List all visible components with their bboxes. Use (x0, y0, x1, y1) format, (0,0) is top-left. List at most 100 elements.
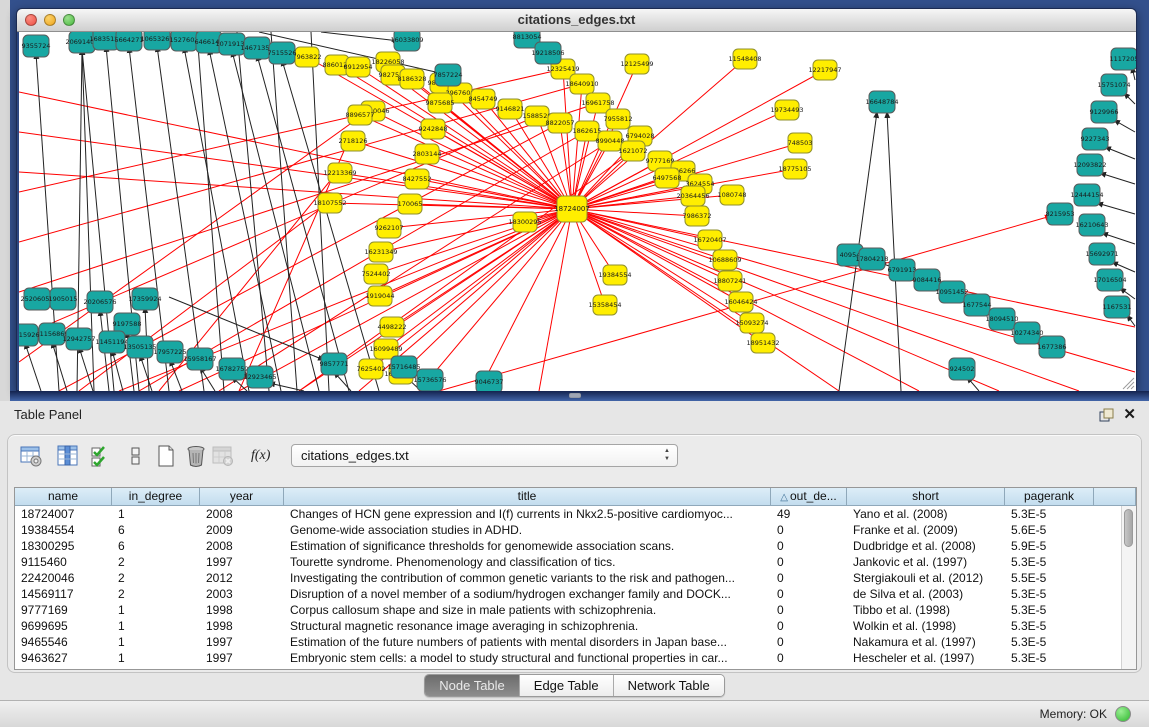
window-title: citations_edges.txt (17, 9, 1136, 31)
table-row[interactable]: 1872400712008Changes of HCN gene express… (15, 506, 1122, 522)
table-cell: Wolkin et al. (1998) (847, 618, 1005, 634)
table-panel-title: Table Panel (14, 401, 82, 429)
table-cell: 2012 (200, 570, 284, 586)
table-row[interactable]: 946554611997Estimation of the future num… (15, 634, 1122, 650)
canvas-resize-grip[interactable] (1127, 382, 1134, 389)
float-panel-icon[interactable] (1099, 408, 1114, 423)
table-cell: 9463627 (15, 650, 112, 666)
row-selection-icon[interactable] (124, 444, 148, 468)
cytoscape-app: citations_edges.txt 79638228860128891295… (0, 0, 1149, 727)
column-select-icon[interactable] (56, 444, 80, 468)
table-cell: de Silva et al. (2003) (847, 586, 1005, 602)
graph-node-label: 7955812 (604, 115, 633, 123)
network-canvas[interactable]: 7963822886012889129541822605898275058186… (19, 32, 1136, 391)
table-cell: 2009 (200, 522, 284, 538)
graph-node-label: 18775105 (778, 165, 811, 173)
table-cell: 5.3E-5 (1005, 650, 1094, 666)
table-cell: Embryonic stem cells: a model to study s… (284, 650, 771, 666)
graph-node-label: 15716485 (387, 363, 420, 371)
column-header-short[interactable]: short (847, 488, 1005, 506)
column-header-out_de[interactable]: △out_de... (771, 488, 847, 506)
table-row[interactable]: 969969511998Structural magnetic resonanc… (15, 618, 1122, 634)
table-cell: 0 (771, 522, 847, 538)
dropdown-arrows-icon: ▲▼ (664, 447, 670, 463)
graph-node-label: 8454749 (469, 95, 498, 103)
table-cell: 14569117 (15, 586, 112, 602)
graph-node-label: 9262107 (375, 224, 404, 232)
table-row[interactable]: 946362711997Embryonic stem cells: a mode… (15, 650, 1122, 666)
select-all-rows-icon[interactable] (89, 444, 113, 468)
table-cell: 0 (771, 586, 847, 602)
graph-node-label: 3915926 (19, 331, 39, 339)
graph-edge (1114, 120, 1135, 132)
graph-edge (1105, 147, 1135, 159)
delete-table-icon[interactable] (211, 444, 235, 468)
table-cell: Corpus callosum shape and size in male p… (284, 602, 771, 618)
graph-node-label: 12942757 (62, 335, 95, 343)
graph-node-label: 1862615 (573, 127, 602, 135)
canvas-resize-grip[interactable] (1131, 386, 1134, 389)
table-row[interactable]: 911546021997Tourette syndrome. Phenomeno… (15, 554, 1122, 570)
column-header-in_degree[interactable]: in_degree (112, 488, 200, 506)
new-table-icon[interactable] (154, 444, 178, 468)
graph-node-label: 9197588 (113, 320, 142, 328)
table-row[interactable]: 1938455462009Genome-wide association stu… (15, 522, 1122, 538)
status-bar: Memory: OK (0, 700, 1149, 727)
function-builder-icon[interactable]: f(x) (251, 444, 281, 468)
delete-rows-icon[interactable] (184, 444, 208, 468)
table-cell: Changes of HCN gene expression and I(f) … (284, 506, 771, 522)
graph-node-label: 1167531 (1103, 303, 1132, 311)
table-tabs-bar: Node TableEdge TableNetwork Table (0, 674, 1149, 697)
table-settings-icon[interactable] (19, 444, 43, 468)
graph-node-label: 7963822 (293, 53, 322, 61)
table-cell: 2003 (200, 586, 284, 602)
table-cell: 0 (771, 618, 847, 634)
graph-node-label: 9242848 (419, 125, 448, 133)
table-cell: 1998 (200, 602, 284, 618)
graph-node-label: 1919044 (366, 292, 395, 300)
table-row[interactable]: 977716911998Corpus callosum shape and si… (15, 602, 1122, 618)
graph-node-label: 16720407 (693, 236, 726, 244)
graph-node-label: 1117205 (1110, 55, 1136, 63)
graph-node-label: 16648784 (865, 98, 898, 106)
table-cell: Nakamura et al. (1997) (847, 634, 1005, 650)
citation-network-graph[interactable]: 7963822886012889129541822605898275058186… (19, 32, 1136, 391)
column-header-year[interactable]: year (200, 488, 284, 506)
graph-edge (271, 32, 297, 391)
close-panel-icon[interactable]: ✕ (1123, 405, 1136, 423)
panel-splitter-handle[interactable] (569, 393, 581, 398)
graph-node-label: 8896577 (346, 111, 375, 119)
minimize-window-button[interactable] (44, 14, 56, 26)
maximize-window-button[interactable] (63, 14, 75, 26)
graph-node-label: 18094510 (985, 315, 1018, 323)
column-header-title[interactable]: title (284, 488, 771, 506)
table-cell: 6 (112, 538, 200, 554)
table-row[interactable]: 2242004622012Investigating the contribut… (15, 570, 1122, 586)
column-header-name[interactable]: name (15, 488, 112, 506)
table-cell: Franke et al. (2009) (847, 522, 1005, 538)
tab-network-table[interactable]: Network Table (614, 675, 724, 696)
window-titlebar[interactable]: citations_edges.txt (17, 9, 1136, 32)
column-header-pagerank[interactable]: pagerank (1005, 488, 1094, 506)
tab-node-table[interactable]: Node Table (425, 675, 520, 696)
table-cell: 1 (112, 506, 200, 522)
table-cell: Disruption of a novel member of a sodium… (284, 586, 771, 602)
graph-edge (887, 112, 901, 391)
table-scrollbar[interactable] (1121, 506, 1136, 669)
table-chooser-dropdown[interactable]: citations_edges.txt ▲▼ (291, 444, 678, 467)
table-row[interactable]: 1830029562008Estimation of significance … (15, 538, 1122, 554)
table-cell: 1 (112, 634, 200, 650)
table-cell: 6 (112, 522, 200, 538)
table-cell: 2 (112, 570, 200, 586)
table-row[interactable]: 1456911722003Disruption of a novel membe… (15, 586, 1122, 602)
graph-node-label: 1905015 (49, 295, 78, 303)
tab-edge-table[interactable]: Edge Table (520, 675, 614, 696)
table-cell: 9699695 (15, 618, 112, 634)
scrollbar-thumb[interactable] (1124, 509, 1133, 547)
graph-node-label: 16046424 (724, 298, 757, 306)
close-window-button[interactable] (25, 14, 37, 26)
network-view-window[interactable]: citations_edges.txt 79638228860128891295… (16, 8, 1137, 391)
graph-node-label: 8427552 (403, 175, 432, 183)
graph-node-label: 12093822 (1073, 161, 1106, 169)
table-cell: 5.3E-5 (1005, 506, 1094, 522)
